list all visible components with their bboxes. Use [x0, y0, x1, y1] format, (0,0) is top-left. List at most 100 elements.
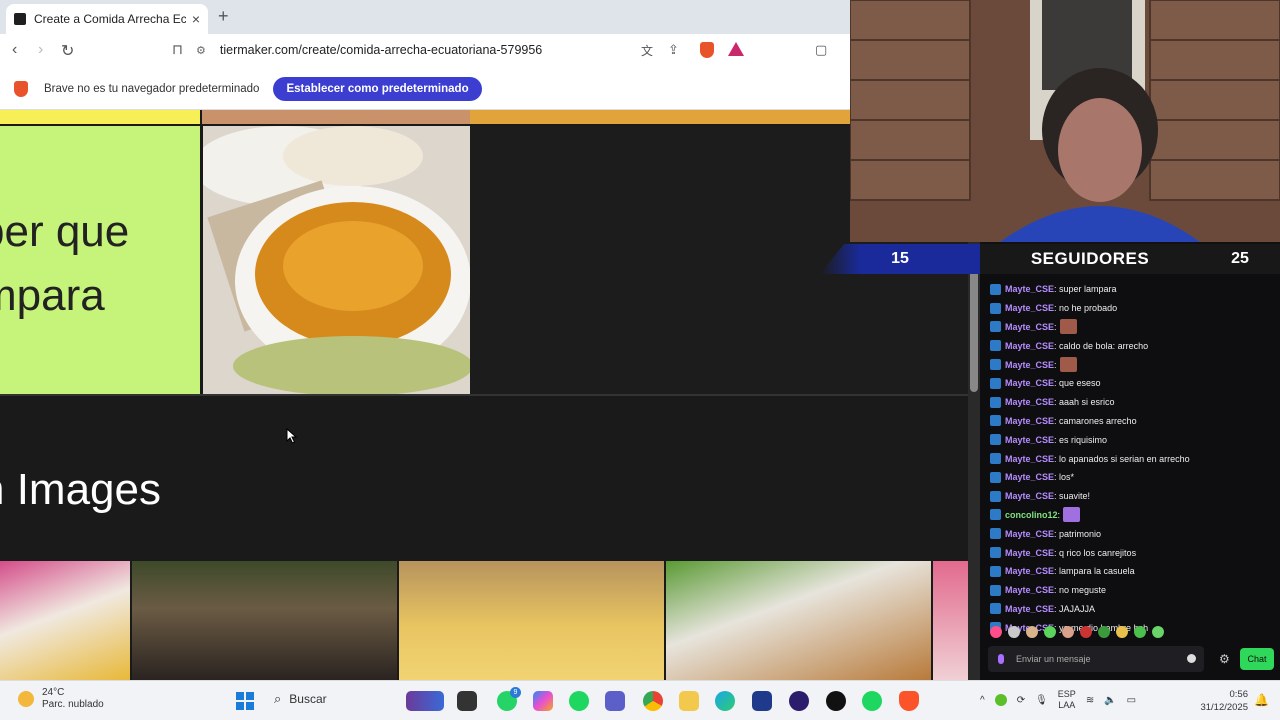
chat-username[interactable]: concolino12 [1005, 510, 1058, 520]
copilot-icon[interactable] [533, 691, 553, 711]
chat-message: concolino12: [990, 506, 1280, 525]
forward-icon[interactable]: › [38, 41, 43, 59]
spotify-icon[interactable] [862, 691, 882, 711]
sidebar-icon[interactable]: ▢ [815, 42, 827, 58]
emote-icon[interactable] [1134, 626, 1146, 638]
followers-goal: 25 [1200, 244, 1280, 274]
weather-condition: Parc. nublado [42, 699, 104, 710]
chat-username[interactable]: Mayte_CSE [1005, 566, 1054, 576]
emote-icon[interactable] [1116, 626, 1128, 638]
notification-bell-icon[interactable]: 🔔 [1254, 693, 1269, 707]
microphone-icon[interactable] [998, 654, 1004, 664]
reload-icon[interactable]: ↻ [61, 41, 74, 61]
weather-widget[interactable]: 24°C Parc. nublado [18, 687, 104, 711]
gallery-image[interactable] [132, 561, 397, 680]
image-gallery [0, 561, 968, 680]
chat-username[interactable]: Mayte_CSE [1005, 548, 1054, 558]
chat-message: Mayte_CSE: aaah si esrico [990, 393, 1280, 412]
obs-icon[interactable] [789, 691, 809, 711]
tray-app-icon[interactable] [994, 694, 1007, 706]
chat-username[interactable]: Mayte_CSE [1005, 472, 1054, 482]
emote-icon[interactable] [1026, 626, 1038, 638]
tray-sync-icon[interactable]: ⟳ [1017, 695, 1025, 706]
previous-tier-image[interactable] [470, 110, 850, 124]
brave-icon[interactable] [899, 691, 919, 711]
chat-username[interactable]: Mayte_CSE [1005, 322, 1054, 332]
app-icon[interactable] [826, 691, 846, 711]
windows-start-icon[interactable] [236, 692, 254, 710]
tier-row-label[interactable]: ber que mpara [0, 126, 200, 394]
chat-username[interactable]: Mayte_CSE [1005, 284, 1054, 294]
chat-badge-icon [990, 396, 1001, 408]
chat-username[interactable]: Mayte_CSE [1005, 378, 1054, 388]
followers-goal-bar: 15 SEGUIDORES 25 [820, 244, 1280, 274]
gallery-image[interactable] [399, 561, 664, 680]
chat-message-text: : que eseso [1054, 378, 1101, 389]
chevron-up-icon[interactable]: ^ [980, 695, 985, 706]
chat-username[interactable]: Mayte_CSE [1005, 454, 1054, 464]
volume-icon[interactable]: 🔈 [1104, 695, 1116, 706]
microphone-icon[interactable]: 🎙 [1035, 695, 1048, 706]
chat-username[interactable]: Mayte_CSE [1005, 303, 1054, 313]
chat-username[interactable]: Mayte_CSE [1005, 341, 1054, 351]
previous-tier-image[interactable] [202, 110, 470, 124]
clock-date: 31/12/2025 [1200, 702, 1248, 713]
clock[interactable]: 0:56 31/12/2025 [1198, 688, 1248, 714]
system-tray: ^ ⟳ 🎙 ESP LAA ≋ 🔈 ▭ [980, 689, 1136, 711]
file-app-icon[interactable] [457, 691, 477, 711]
chat-message: Mayte_CSE: que eseso [990, 374, 1280, 393]
language-indicator[interactable]: ESP LAA [1058, 689, 1076, 711]
followers-label: SEGUIDORES [980, 244, 1200, 274]
store-icon[interactable] [752, 691, 772, 711]
chat-username[interactable]: Mayte_CSE [1005, 397, 1054, 407]
chat-username[interactable]: Mayte_CSE [1005, 435, 1054, 445]
site-info-icon[interactable]: ⚙ [196, 44, 206, 57]
file-explorer-icon[interactable] [679, 691, 699, 711]
chat-username[interactable]: Mayte_CSE [1005, 491, 1054, 501]
chat-message: Mayte_CSE: lo apanados si serian en arre… [990, 449, 1280, 468]
gallery-image[interactable] [933, 561, 968, 680]
browser-tab[interactable]: Create a Comida Arrecha Ecuatoriana × [6, 4, 208, 34]
chat-send-button[interactable]: Chat [1240, 648, 1274, 670]
battery-icon[interactable]: ▭ [1127, 695, 1136, 706]
bookmark-icon[interactable]: ⊓ [172, 41, 183, 58]
address-bar[interactable]: ⚙ tiermaker.com/create/comida-arrecha-ec… [196, 38, 756, 62]
set-default-button[interactable]: Establecer como predeterminado [273, 76, 482, 101]
chat-username[interactable]: Mayte_CSE [1005, 604, 1054, 614]
back-icon[interactable]: ‹ [12, 41, 17, 59]
tab-close-icon[interactable]: × [192, 11, 200, 27]
emote-icon[interactable] [1044, 626, 1056, 638]
wifi-icon[interactable]: ≋ [1086, 695, 1094, 706]
widgets-icon[interactable] [406, 691, 444, 711]
chat-message-text: : lampara la casuela [1054, 566, 1135, 577]
gallery-image[interactable] [666, 561, 931, 680]
chat-message-text: : lo apanados si serian en arrecho [1054, 453, 1190, 464]
tiermaker-page: ber que mpara n Images [0, 110, 968, 680]
teams-icon[interactable] [605, 691, 625, 711]
chat-badge-icon [990, 283, 1001, 295]
scrollbar-thumb[interactable] [970, 270, 978, 392]
emote-icon[interactable] [1080, 626, 1092, 638]
emoji-picker-icon[interactable] [1187, 654, 1196, 663]
taskbar-search[interactable]: ⌕ Buscar [274, 691, 327, 707]
edge-icon[interactable] [715, 691, 735, 711]
chat-username[interactable]: Mayte_CSE [1005, 529, 1054, 539]
emote-icon[interactable] [1098, 626, 1110, 638]
new-tab-button[interactable]: + [218, 6, 229, 27]
emote-icon[interactable] [1008, 626, 1020, 638]
chat-username[interactable]: Mayte_CSE [1005, 585, 1054, 595]
chrome-icon[interactable] [643, 691, 663, 711]
gallery-image[interactable] [0, 561, 130, 680]
whatsapp-icon[interactable]: 9 [497, 687, 521, 711]
chat-input[interactable]: Enviar un mensaje [988, 646, 1204, 672]
chat-settings-gear-icon[interactable]: ⚙ [1219, 652, 1230, 666]
emote-icon[interactable] [990, 626, 1002, 638]
emote-icon[interactable] [1062, 626, 1074, 638]
search-icon: ⌕ [274, 691, 282, 706]
chat-username[interactable]: Mayte_CSE [1005, 360, 1054, 370]
chat-username[interactable]: Mayte_CSE [1005, 416, 1054, 426]
spotify-icon[interactable] [569, 691, 589, 711]
emote-icon[interactable] [1152, 626, 1164, 638]
chat-badge-icon [990, 603, 1001, 615]
tier-food-image[interactable] [203, 126, 470, 394]
